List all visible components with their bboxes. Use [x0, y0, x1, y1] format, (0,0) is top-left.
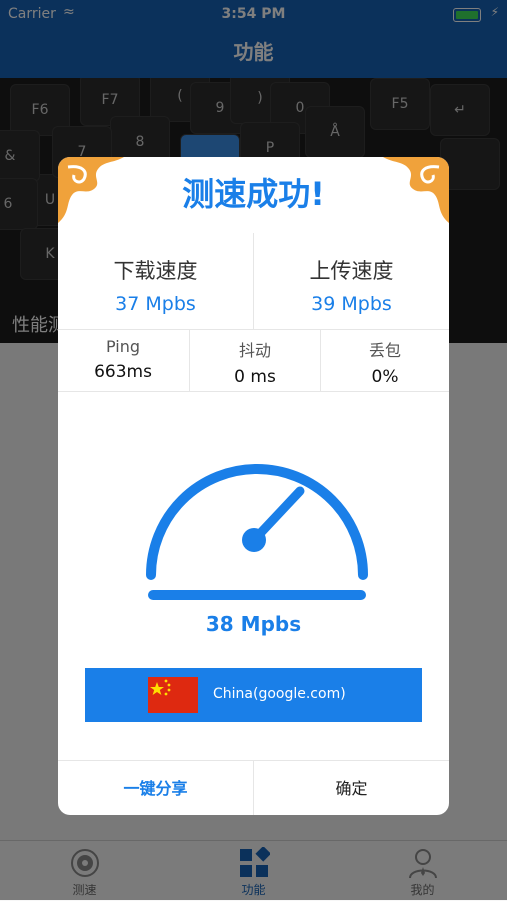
- jitter-stat: 抖动 0 ms: [189, 329, 321, 391]
- speed-gauge: [146, 464, 368, 600]
- upload-label: 上传速度: [309, 259, 394, 283]
- jitter-label: 抖动: [238, 341, 271, 360]
- gauge-speed-readout: 38 Mpbs: [205, 612, 302, 636]
- packet-loss-stat: 丢包 0%: [320, 329, 449, 391]
- packet-loss-value: 0%: [371, 367, 399, 387]
- gauge-arc: [146, 464, 368, 580]
- download-value: 37 Mpbs: [115, 293, 196, 315]
- upload-value: 39 Mpbs: [311, 293, 392, 315]
- server-name: China(google.com): [213, 686, 346, 702]
- server-selector[interactable]: China(google.com): [85, 668, 422, 722]
- dialog-actions: 一键分享 确定: [58, 760, 449, 815]
- download-label: 下载速度: [113, 259, 198, 283]
- ping-stat: Ping 663ms: [58, 329, 188, 391]
- network-stats: Ping 663ms 抖动 0 ms 丢包 0%: [58, 329, 449, 392]
- jitter-value: 0 ms: [234, 367, 276, 387]
- ping-label: Ping: [105, 337, 141, 356]
- china-flag-icon: [148, 677, 198, 713]
- share-button[interactable]: 一键分享: [58, 761, 254, 815]
- download-speed: 下载速度 37 Mpbs: [58, 233, 254, 329]
- confirm-button[interactable]: 确定: [254, 761, 449, 815]
- speed-result-dialog: 测速成功! 下载速度 37 Mpbs 上传速度 39 Mpbs Ping 663…: [58, 157, 449, 815]
- dialog-title: 测速成功!: [182, 175, 325, 213]
- ping-value: 663ms: [94, 362, 152, 382]
- speed-summary: 下载速度 37 Mpbs 上传速度 39 Mpbs: [58, 233, 449, 330]
- upload-speed: 上传速度 39 Mpbs: [254, 233, 449, 329]
- packet-loss-label: 丢包: [368, 341, 401, 360]
- gauge-hub: [242, 528, 266, 552]
